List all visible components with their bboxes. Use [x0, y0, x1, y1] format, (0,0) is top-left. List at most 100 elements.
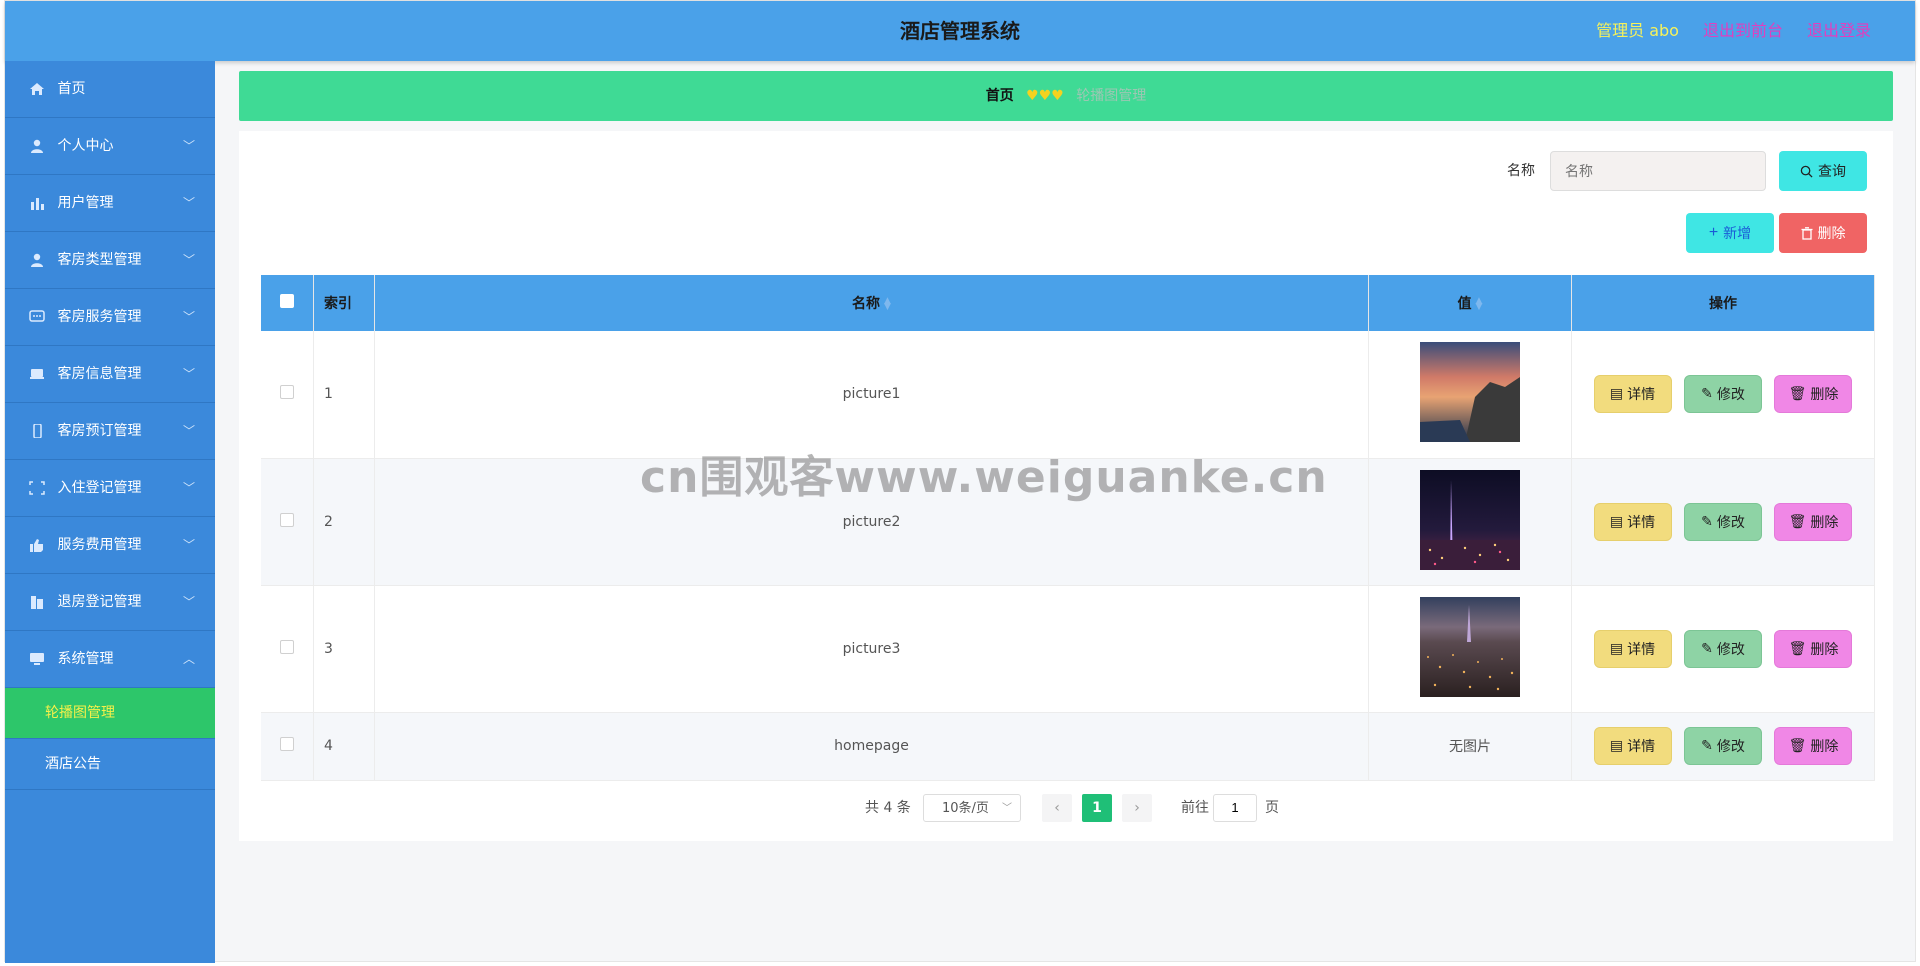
sidebar-item-room-types[interactable]: 客房类型管理 ﹀: [5, 232, 215, 289]
logout-link[interactable]: 退出登录: [1807, 1, 1871, 61]
chevron-up-icon: ︿: [182, 652, 195, 666]
row-actions: ▤ 详情 ✎ 修改 🗑 删除: [1571, 585, 1875, 713]
row-select-cell: [261, 585, 314, 713]
search-input[interactable]: [1550, 151, 1766, 191]
sidebar-item-checkout[interactable]: 退房登记管理 ﹀: [5, 574, 215, 631]
chevron-down-icon: ﹀: [182, 253, 195, 267]
sidebar-item-label: 客房类型管理: [57, 252, 142, 268]
night-city-tower-image[interactable]: [1420, 469, 1520, 570]
sidebar-item-room-info[interactable]: 客房信息管理 ﹀: [5, 346, 215, 403]
sidebar-item-system[interactable]: 系统管理 ︿: [5, 631, 215, 688]
next-page-button[interactable]: ›: [1122, 794, 1152, 822]
sunset-coast-image[interactable]: [1420, 342, 1520, 443]
sidebar-item-room-booking[interactable]: 客房预订管理 ﹀: [5, 403, 215, 460]
breadcrumb: 首页 ♥♥♥ 轮播图管理: [239, 71, 1893, 121]
delete-button-label: 删除: [1810, 739, 1839, 755]
document-icon: ▤: [1609, 386, 1624, 403]
sidebar-item-service-fees[interactable]: 服务费用管理 ﹀: [5, 517, 215, 574]
trash-icon: 🗑: [1788, 640, 1807, 657]
row-checkbox[interactable]: [280, 385, 294, 400]
edit-button[interactable]: ✎ 修改: [1684, 375, 1762, 414]
page-size-select[interactable]: 10条/页 ﹀: [923, 794, 1021, 822]
page-size-value: 10条/页: [942, 801, 989, 816]
sidebar-item-label: 首页: [57, 81, 86, 97]
detail-button[interactable]: ▤ 详情: [1593, 727, 1672, 765]
sidebar-item-label: 用户管理: [57, 195, 114, 211]
delete-button[interactable]: 🗑 删除: [1774, 629, 1853, 668]
heart-separator-icon: ♥♥♥: [1026, 88, 1064, 104]
search-label: 名称: [1507, 163, 1535, 179]
delete-button-label: 删除: [1810, 387, 1839, 404]
row-name: homepage: [374, 712, 1369, 781]
edit-button[interactable]: ✎ 修改: [1684, 502, 1762, 541]
row-index: 3: [313, 585, 375, 713]
detail-button[interactable]: ▤ 详情: [1593, 375, 1672, 414]
sidebar-item-users[interactable]: 用户管理 ﹀: [5, 175, 215, 232]
edit-icon: ✎: [1701, 738, 1713, 754]
prev-page-button[interactable]: ‹: [1042, 794, 1072, 822]
row-checkbox[interactable]: [280, 639, 294, 654]
page-number-current[interactable]: 1: [1082, 794, 1112, 822]
sidebar-item-label: 个人中心: [57, 138, 114, 154]
edit-button[interactable]: ✎ 修改: [1684, 727, 1762, 765]
sidebar-item-checkin[interactable]: 入住登记管理 ﹀: [5, 460, 215, 517]
delete-button[interactable]: 🗑 删除: [1774, 502, 1853, 541]
trash-icon: 🗑: [1788, 738, 1807, 754]
document-icon: ▤: [1609, 513, 1624, 530]
goto-page-input[interactable]: [1213, 794, 1257, 822]
detail-button[interactable]: ▤ 详情: [1593, 629, 1672, 668]
row-actions: ▤ 详情 ✎ 修改 🗑 删除: [1571, 458, 1875, 586]
plus-icon: +: [1708, 224, 1719, 241]
row-select-cell: [261, 712, 314, 781]
delete-button-label: 删除: [1810, 514, 1839, 531]
delete-button-label: 删除: [1810, 641, 1839, 658]
app-window: 酒店管理系统 管理员 abo 退出到前台 退出登录 首页 个人中心 ﹀ 用户管理…: [4, 0, 1916, 963]
sidebar-item-label: 入住登记管理: [57, 480, 142, 496]
chevron-right-icon: ›: [1134, 800, 1140, 816]
night-city-skyline-image[interactable]: [1420, 596, 1520, 697]
sidebar-item-label: 客房信息管理: [57, 366, 142, 382]
row-name: picture2: [374, 458, 1369, 586]
batch-delete-button[interactable]: 删除: [1779, 213, 1867, 253]
frame-icon: [29, 481, 45, 495]
add-button[interactable]: + 新增: [1686, 213, 1774, 253]
name-header[interactable]: 名称 ▲ ▼: [374, 275, 1369, 331]
sidebar-item-profile[interactable]: 个人中心 ﹀: [5, 118, 215, 175]
edit-button-label: 修改: [1716, 514, 1745, 531]
row-checkbox[interactable]: [280, 737, 294, 751]
row-checkbox[interactable]: [280, 512, 294, 527]
sidebar-item-room-services[interactable]: 客房服务管理 ﹀: [5, 289, 215, 346]
select-all-header[interactable]: [261, 275, 314, 331]
value-header[interactable]: 值 ▲ ▼: [1368, 275, 1572, 331]
delete-button[interactable]: 🗑 删除: [1774, 375, 1853, 414]
sidebar-subitem-carousel[interactable]: 轮播图管理: [5, 688, 215, 739]
detail-button[interactable]: ▤ 详情: [1593, 502, 1672, 541]
batch-delete-button-label: 删除: [1817, 225, 1846, 241]
row-select-cell: [261, 331, 314, 459]
row-index: 1: [313, 331, 375, 459]
breadcrumb-home[interactable]: 首页: [986, 88, 1014, 104]
sidebar-subitem-announcements[interactable]: 酒店公告: [5, 739, 215, 790]
pagination-total: 共 4 条: [865, 800, 911, 816]
row-value-cell: [1368, 585, 1572, 713]
edit-button[interactable]: ✎ 修改: [1684, 629, 1762, 668]
row-name: picture1: [374, 331, 1369, 459]
building-icon: [31, 596, 43, 609]
exit-to-front-link[interactable]: 退出到前台: [1703, 1, 1783, 61]
chevron-down-icon: ﹀: [1002, 803, 1012, 814]
row-name: picture3: [374, 585, 1369, 713]
edit-button-label: 修改: [1716, 739, 1745, 755]
sidebar-item-home[interactable]: 首页: [5, 61, 215, 118]
breadcrumb-current: 轮播图管理: [1076, 88, 1147, 104]
sort-icon[interactable]: ▲ ▼: [884, 297, 891, 312]
sort-icon[interactable]: ▲ ▼: [1476, 297, 1483, 312]
chevron-down-icon: ﹀: [182, 196, 195, 210]
search-icon: [1800, 165, 1813, 178]
mobile-icon: [33, 424, 42, 438]
delete-button[interactable]: 🗑 删除: [1774, 727, 1853, 765]
value-header-label: 值: [1457, 296, 1472, 312]
edit-icon: ✎: [1701, 640, 1713, 657]
select-all-checkbox[interactable]: [280, 294, 294, 308]
query-button[interactable]: 查询: [1779, 151, 1867, 191]
chevron-down-icon: ﹀: [182, 367, 195, 381]
